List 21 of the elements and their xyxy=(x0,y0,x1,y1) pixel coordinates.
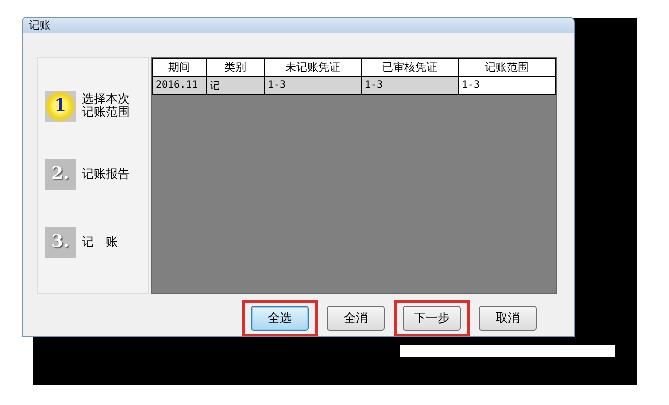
table-cell: 1-3 xyxy=(458,76,556,94)
step-number-icon: 3. xyxy=(45,226,76,258)
dialog-button[interactable]: 全消 xyxy=(327,306,385,331)
column-header: 已审核凭证 xyxy=(362,58,458,76)
column-header: 期间 xyxy=(152,58,206,76)
dialog-button[interactable]: 取消 xyxy=(479,306,537,331)
step-label: 选择本次记账范围 xyxy=(82,93,131,119)
step-number-icon: 2. xyxy=(45,158,76,190)
table-cell: 记 xyxy=(206,76,264,94)
table-cell: 1-3 xyxy=(264,76,362,94)
table-cell: 1-3 xyxy=(362,76,458,94)
step-label: 记账报告 xyxy=(82,168,131,180)
step-number-burst-icon: 1 xyxy=(45,90,76,122)
column-header: 类别 xyxy=(206,58,264,76)
table-cell: 2016.11 xyxy=(152,76,206,94)
dialog-button[interactable]: 全选 xyxy=(251,306,309,331)
column-header: 记账范围 xyxy=(458,58,556,76)
dialog-button[interactable]: 下一步 xyxy=(403,306,461,331)
column-header: 未记账凭证 xyxy=(264,58,362,76)
window-title: 记账 xyxy=(29,18,51,33)
step-label: 记 账 xyxy=(82,236,119,248)
